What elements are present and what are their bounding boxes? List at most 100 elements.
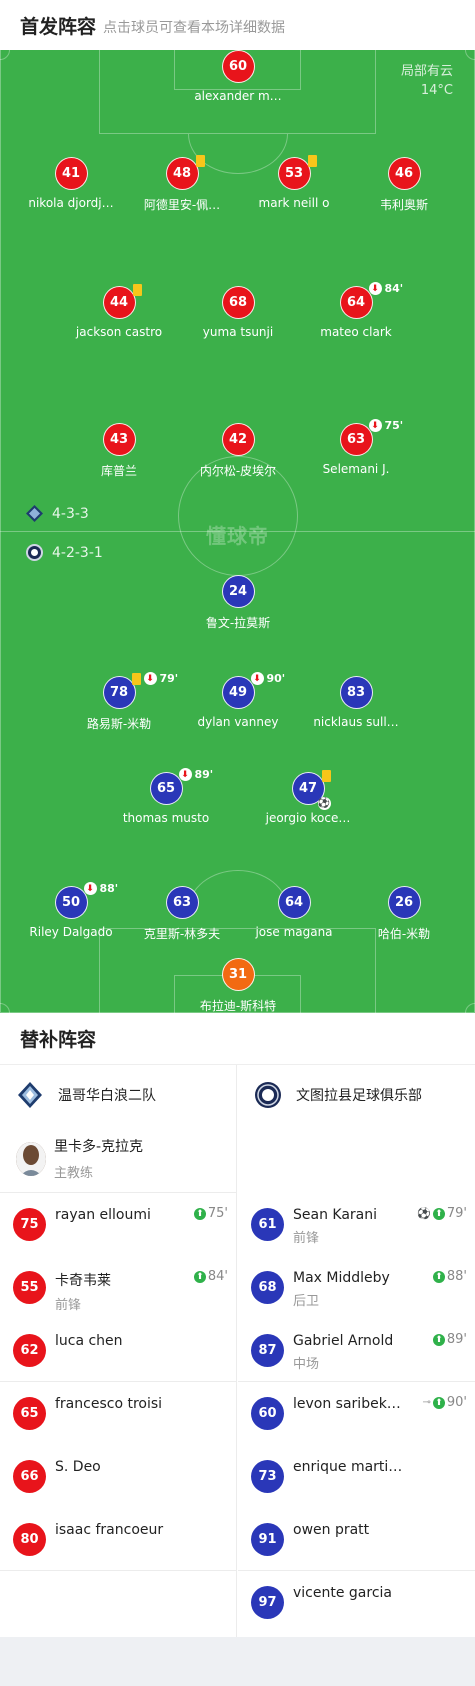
away-team-name: 文图拉县足球俱乐部: [296, 1088, 422, 1104]
sub-player-position: 中场: [293, 1357, 320, 1372]
coach-spacer: [238, 1125, 475, 1193]
sub-event: ⬇ 84': [368, 282, 403, 295]
player-name: 韦利奥斯: [379, 198, 428, 212]
sub-on-icon: ⬆: [432, 1207, 445, 1220]
sub-player-number: 80: [13, 1523, 46, 1556]
home-formation-label: 4-3-3: [52, 505, 89, 522]
away-player[interactable]: 24 鲁文-拉莫斯: [178, 575, 298, 631]
home-team-name: 温哥华白浪二队: [58, 1088, 156, 1104]
home-team-crest-icon: [26, 505, 43, 522]
away-player[interactable]: 26 哈伯-米勒: [344, 886, 464, 942]
away-subs-column: 文图拉县足球俱乐部 61 Sean Karani 前锋 ⚽ ⬆ 79' 68 Max …: [238, 1065, 475, 1637]
whistle-icon: ⊸: [422, 1397, 431, 1408]
weather-info: 局部有云 14°C: [401, 62, 453, 100]
lineup-header: 首发阵容 点击球员可查看本场详细数据: [0, 0, 475, 50]
away-player[interactable]: 78 ⬇ 79' 路易斯-米勒: [59, 672, 179, 732]
sub-off-icon: ⬇: [368, 282, 382, 295]
player-name: Selemani J.: [322, 462, 390, 476]
yellow-card-icon: [195, 155, 205, 167]
away-player[interactable]: 65 ⬇ 89' thomas musto: [106, 768, 226, 825]
away-player[interactable]: 50 ⬇ 88' Riley Dalgado: [11, 882, 131, 939]
home-player[interactable]: 42 内尔松-皮埃尔: [178, 423, 298, 479]
home-team-row[interactable]: 温哥华白浪二队: [0, 1065, 236, 1125]
player-number: 42: [221, 423, 255, 456]
away-goalkeeper[interactable]: 31 布拉迪-斯科特: [178, 958, 298, 1013]
player-name: 克里斯-林多夫: [143, 927, 221, 941]
away-team-row[interactable]: 文图拉县足球俱乐部: [238, 1065, 475, 1125]
sub-on-event: ⬆ 89': [432, 1332, 467, 1347]
away-player[interactable]: 49 ⬇ 90' dylan vanney: [178, 672, 298, 729]
pitch: 局部有云 14°C 懂球帝 4-3-3 4-2-3-1 60 alexander…: [0, 50, 475, 1013]
sub-player-row[interactable]: 66 S. Deo: [0, 1445, 236, 1508]
player-name: alexander m…: [194, 89, 282, 103]
home-player[interactable]: 44 jackson castro: [59, 284, 179, 339]
player-number: 63: [165, 886, 199, 919]
sub-player-number: 91: [251, 1523, 284, 1556]
subs-panel: 温哥华白浪二队 里卡多-克拉克 主教练 75 rayan elloumi ⬆ 75…: [0, 1065, 475, 1637]
sub-player-name: S. Deo: [55, 1459, 101, 1475]
away-player[interactable]: 83 nicklaus sull…: [296, 676, 416, 729]
home-player[interactable]: 60 alexander m…: [178, 50, 298, 103]
sub-off-icon: ⬇: [250, 672, 264, 685]
sub-off-icon: ⬇: [143, 672, 157, 685]
home-player[interactable]: 53 mark neill o: [234, 155, 354, 210]
home-player[interactable]: 64 ⬇ 84' mateo clark: [296, 282, 416, 339]
sub-player-name: vicente garcia: [293, 1585, 392, 1601]
home-player[interactable]: 48 阿德里安-佩…: [122, 155, 242, 213]
sub-player-row[interactable]: 60 levon saribek… ⊸ ⬆ 90': [238, 1382, 475, 1445]
sub-event: ⬇ 88': [83, 882, 118, 895]
home-player[interactable]: 43 库普兰: [59, 423, 179, 479]
player-name: dylan vanney: [197, 715, 279, 729]
yellow-card-icon: [307, 155, 317, 167]
sub-player-row[interactable]: 97 vicente garcia: [238, 1571, 475, 1634]
sub-player-number: 87: [251, 1334, 284, 1367]
sub-player-name: isaac francoeur: [55, 1522, 164, 1538]
player-number: 48: [172, 166, 192, 181]
subs-header: 替补阵容: [0, 1013, 475, 1065]
sub-player-number: 73: [251, 1460, 284, 1493]
home-coach[interactable]: 里卡多-克拉克 主教练: [0, 1125, 236, 1193]
sub-player-name: francesco troisi: [55, 1396, 163, 1412]
sub-player-row[interactable]: 68 Max Middleby 后卫 ⬆ 88': [238, 1256, 475, 1319]
lineup-hint: 点击球员可查看本场详细数据: [103, 19, 286, 36]
away-player[interactable]: 63 克里斯-林多夫: [122, 886, 242, 942]
goal-ball-icon: ⚽: [417, 1207, 431, 1220]
home-player[interactable]: 63 ⬇ 75' Selemani J.: [296, 419, 416, 476]
yellow-card-icon: [321, 770, 331, 782]
weather-temperature: 14°C: [420, 83, 453, 98]
sub-player-row[interactable]: 91 owen pratt: [238, 1508, 475, 1571]
sub-off-icon: ⬇: [368, 419, 382, 432]
coach-avatar: [16, 1141, 46, 1176]
sub-player-row[interactable]: 80 isaac francoeur: [0, 1508, 236, 1571]
sub-on-minute: 84': [207, 1269, 228, 1284]
home-subs-column: 温哥华白浪二队 里卡多-克拉克 主教练 75 rayan elloumi ⬆ 75…: [0, 1065, 237, 1637]
player-name: 布拉迪-斯科特: [199, 999, 277, 1013]
sub-player-name: luca chen: [55, 1333, 123, 1349]
sub-player-row[interactable]: 61 Sean Karani 前锋 ⚽ ⬆ 79': [238, 1193, 475, 1256]
sub-player-row[interactable]: 75 rayan elloumi ⬆ 75': [0, 1193, 236, 1256]
sub-minute: 79': [159, 672, 179, 685]
sub-off-icon: ⬇: [178, 768, 192, 781]
page-footer-space: [0, 1637, 475, 1686]
home-player[interactable]: 68 yuma tsunji: [178, 286, 298, 339]
home-team-crest-icon: [16, 1081, 44, 1109]
sub-player-number: 62: [13, 1334, 46, 1367]
home-player[interactable]: 41 nikola djordj…: [11, 157, 131, 210]
player-number: 64: [346, 295, 366, 310]
sub-player-row[interactable]: 87 Gabriel Arnold 中场 ⬆ 89': [238, 1319, 475, 1382]
sub-minute: 90': [266, 672, 286, 685]
sub-player-name: rayan elloumi: [55, 1207, 151, 1223]
coach-name: 里卡多-克拉克: [54, 1139, 144, 1155]
sub-player-position: 后卫: [293, 1294, 320, 1309]
sub-player-row[interactable]: 62 luca chen: [0, 1319, 236, 1382]
sub-event: ⬇ 75': [368, 419, 403, 432]
sub-player-row[interactable]: 73 enrique marti…: [238, 1445, 475, 1508]
sub-player-row[interactable]: 55 卡奇韦莱 前锋 ⬆ 84': [0, 1256, 236, 1319]
sub-off-icon: ⬇: [83, 882, 97, 895]
home-player[interactable]: 46 韦利奥斯: [344, 157, 464, 213]
away-player[interactable]: 64 jose magana: [234, 886, 354, 939]
player-number: 47: [298, 781, 318, 796]
away-player[interactable]: 47 ⚽ jeorgio koce…: [248, 770, 368, 825]
sub-player-name: owen pratt: [293, 1522, 370, 1538]
sub-player-row[interactable]: 65 francesco troisi: [0, 1382, 236, 1445]
